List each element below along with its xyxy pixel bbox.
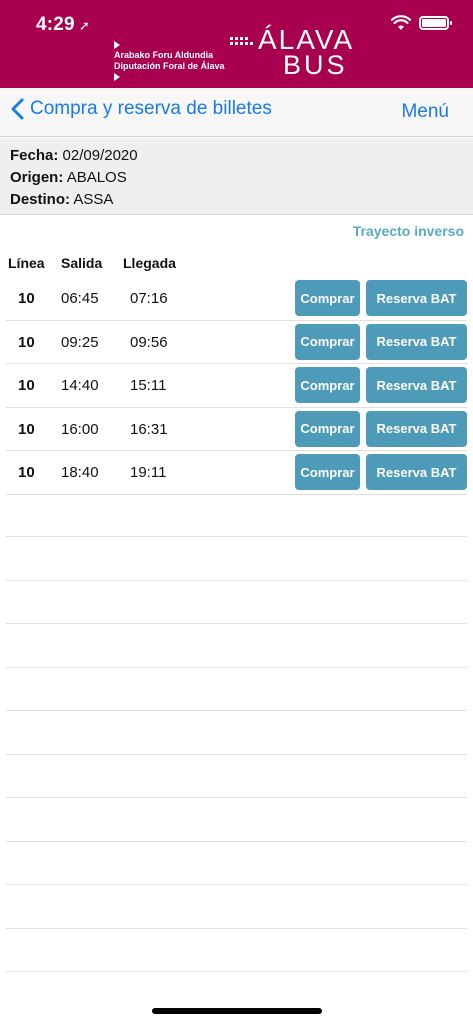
table-row: 10 09:25 09:56 Comprar Reserva BAT xyxy=(6,321,467,364)
empty-row-separator xyxy=(6,971,467,972)
empty-row-separator xyxy=(6,580,467,581)
arrival-time: 09:56 xyxy=(130,333,168,351)
origin-value: ABALOS xyxy=(66,169,127,186)
arrival-time: 19:11 xyxy=(130,464,167,481)
timetable: 10 06:45 07:16 Comprar Reserva BAT 10 09… xyxy=(6,277,467,495)
origin-label: Origen: xyxy=(10,169,64,186)
navigation-bar: Compra y reserva de billetes Menú xyxy=(0,88,473,137)
back-button[interactable]: Compra y reserva de billetes xyxy=(10,98,272,120)
brand-dots-icon xyxy=(230,37,253,45)
origin-row: Origen: ABALOS xyxy=(10,167,463,189)
reverse-trip-link[interactable]: Trayecto inverso xyxy=(353,223,464,239)
battery-icon xyxy=(419,16,452,30)
departure-time: 06:45 xyxy=(61,290,99,307)
buy-button[interactable]: Comprar xyxy=(295,367,360,403)
triangle-icon xyxy=(114,41,120,49)
location-icon: ➚ xyxy=(78,18,90,33)
header-departure: Salida xyxy=(61,255,103,271)
home-indicator[interactable] xyxy=(152,1008,322,1014)
reserve-bat-button[interactable]: Reserva BAT xyxy=(366,280,467,316)
brand-header: 4:29 ➚ Arabako Foru Aldundia Diputación F… xyxy=(0,0,473,88)
triangle-icon xyxy=(114,73,120,81)
empty-row-separator xyxy=(6,841,467,842)
status-icons xyxy=(391,15,452,31)
buy-button[interactable]: Comprar xyxy=(295,454,360,490)
empty-row-separator xyxy=(6,667,467,668)
buy-button[interactable]: Comprar xyxy=(295,323,360,360)
table-row: 10 16:00 16:31 Comprar Reserva BAT xyxy=(6,408,467,451)
arrival-time: 15:11 xyxy=(130,377,167,394)
empty-row-separator xyxy=(6,536,467,537)
empty-row-separator xyxy=(6,710,467,711)
date-value: 02/09/2020 xyxy=(62,147,138,164)
line-number: 10 xyxy=(18,377,35,394)
departure-time: 09:25 xyxy=(61,333,99,351)
empty-row-separator xyxy=(6,754,467,755)
line-number: 10 xyxy=(18,333,35,351)
header-line: Línea xyxy=(8,255,45,271)
destination-value: ASSA xyxy=(73,191,114,208)
trip-info: Fecha: 02/09/2020 Origen: ABALOS Destino… xyxy=(0,138,473,215)
brand-line-2: Diputación Foral de Álava xyxy=(114,61,225,71)
destination-row: Destino: ASSA xyxy=(10,189,463,211)
line-number: 10 xyxy=(18,420,35,438)
reserve-bat-button[interactable]: Reserva BAT xyxy=(366,454,467,490)
brand-line-1: Arabako Foru Aldundia xyxy=(114,50,214,60)
table-row: 10 18:40 19:11 Comprar Reserva BAT xyxy=(6,451,467,495)
reserve-bat-button[interactable]: Reserva BAT xyxy=(366,410,467,447)
empty-row-separator xyxy=(6,884,467,885)
line-number: 10 xyxy=(18,290,35,307)
buy-button[interactable]: Comprar xyxy=(295,410,360,447)
chevron-left-icon xyxy=(11,98,24,120)
brand-subtitle: BUS xyxy=(283,50,348,80)
buy-button[interactable]: Comprar xyxy=(295,280,360,316)
arrival-time: 16:31 xyxy=(130,420,168,438)
departure-time: 16:00 xyxy=(61,420,99,438)
back-label: Compra y reserva de billetes xyxy=(30,98,272,119)
departure-time: 14:40 xyxy=(61,377,99,394)
brand-logo-text: Arabako Foru Aldundia Diputación Foral d… xyxy=(114,40,225,82)
reserve-bat-button[interactable]: Reserva BAT xyxy=(366,323,467,360)
destination-label: Destino: xyxy=(10,191,70,208)
arrival-time: 07:16 xyxy=(130,290,168,307)
wifi-icon xyxy=(391,15,411,30)
reserve-bat-button[interactable]: Reserva BAT xyxy=(366,367,467,403)
empty-row-separator xyxy=(6,928,467,929)
status-time: 4:29 ➚ xyxy=(36,14,90,35)
menu-button[interactable]: Menú xyxy=(401,101,449,123)
date-label: Fecha: xyxy=(10,147,59,164)
date-row: Fecha: 02/09/2020 xyxy=(10,145,463,167)
line-number: 10 xyxy=(18,464,35,481)
table-row: 10 14:40 15:11 Comprar Reserva BAT xyxy=(6,364,467,408)
departure-time: 18:40 xyxy=(61,464,99,481)
empty-row-separator xyxy=(6,797,467,798)
empty-row-separator xyxy=(6,623,467,624)
table-row: 10 06:45 07:16 Comprar Reserva BAT xyxy=(6,277,467,321)
header-arrival: Llegada xyxy=(123,255,176,271)
